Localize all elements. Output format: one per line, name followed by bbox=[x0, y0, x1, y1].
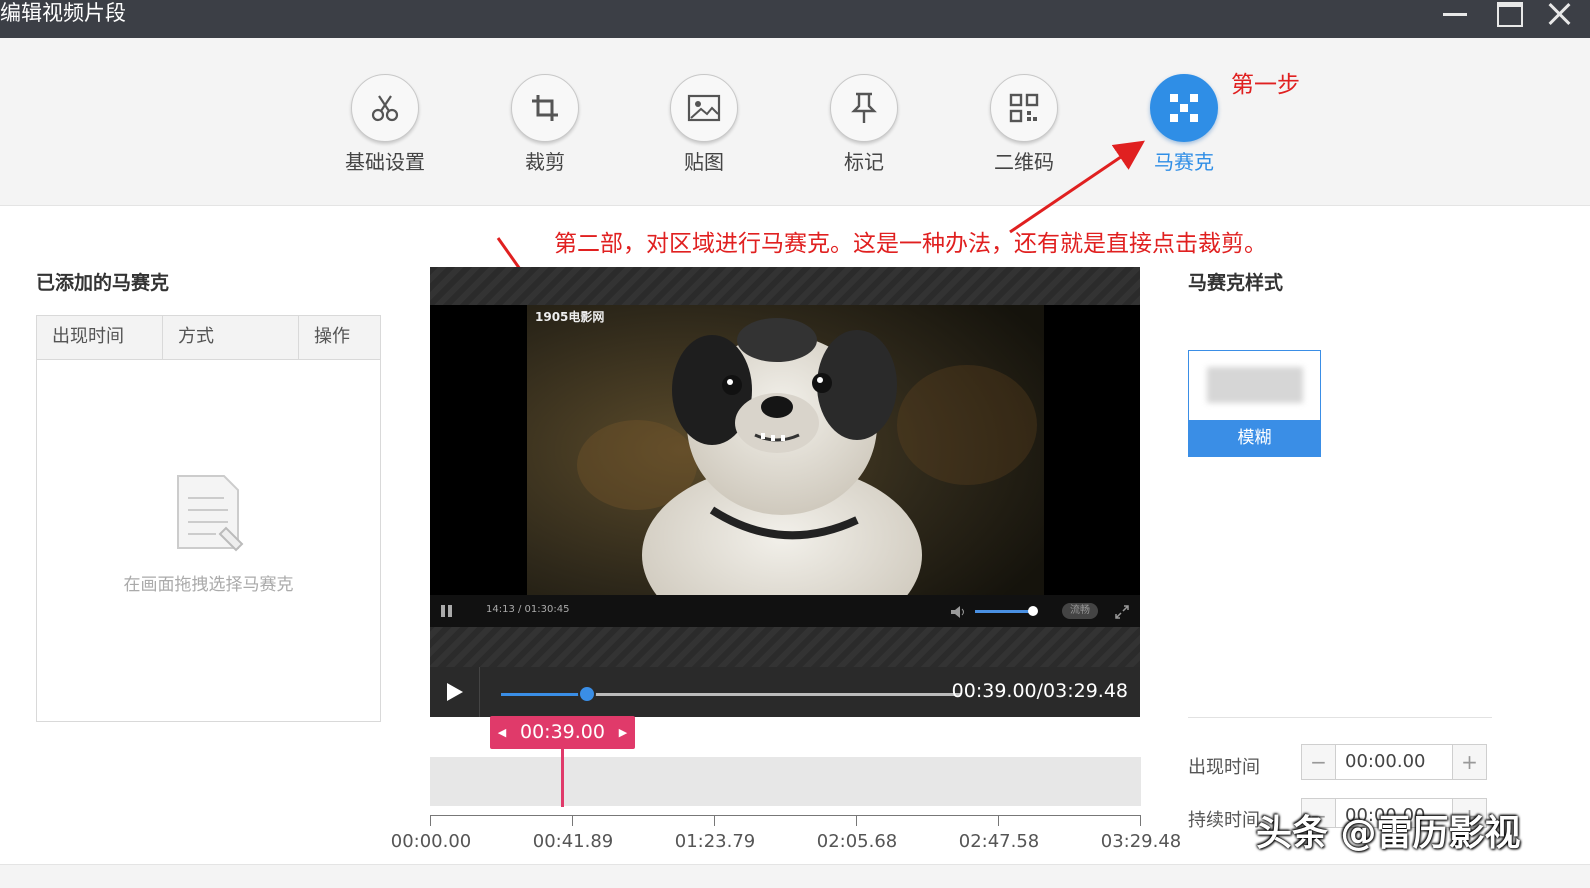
tool-crop[interactable]: 裁剪 bbox=[485, 74, 605, 175]
ruler-tick bbox=[1140, 816, 1141, 826]
play-button[interactable] bbox=[430, 667, 480, 717]
column-header[interactable]: 方式 bbox=[163, 316, 299, 359]
ruler-tick bbox=[572, 816, 573, 826]
annotation-step1: 第一步 bbox=[1231, 72, 1300, 98]
ruler-tick-label: 02:47.58 bbox=[958, 831, 1040, 852]
ruler-tick bbox=[856, 816, 857, 826]
ruler-tick-label: 02:05.68 bbox=[816, 831, 898, 852]
ruler-tick-label: 01:23.79 bbox=[674, 831, 756, 852]
divider bbox=[1188, 717, 1492, 718]
appear-time-value[interactable]: 00:00.00 bbox=[1345, 745, 1426, 779]
time-marker-tag[interactable]: ◀ 00:39.00 ▶ bbox=[490, 716, 635, 749]
tool-mark[interactable]: 标记 bbox=[804, 74, 924, 175]
column-header[interactable]: 出现时间 bbox=[37, 316, 163, 359]
video-watermark: 1905电影网 bbox=[535, 310, 605, 324]
title-bar: 编辑视频片段 bbox=[0, 0, 1590, 38]
pin-icon bbox=[830, 74, 898, 142]
maximize-button[interactable] bbox=[1494, 2, 1524, 28]
minimize-button[interactable] bbox=[1440, 2, 1470, 28]
ruler-tick bbox=[998, 816, 999, 826]
marker-time: 00:39.00 bbox=[520, 721, 605, 743]
tool-qrcode[interactable]: 二维码 bbox=[964, 74, 1084, 175]
video-image[interactable]: 1905电影网 bbox=[527, 305, 1044, 595]
appear-time-stepper[interactable]: − 00:00.00 + bbox=[1301, 744, 1487, 780]
blur-preview bbox=[1207, 367, 1303, 403]
tool-label: 裁剪 bbox=[525, 150, 565, 174]
quality-badge: 流畅 bbox=[1062, 603, 1098, 619]
timeline-cursor[interactable] bbox=[561, 749, 564, 807]
tool-label: 二维码 bbox=[994, 150, 1054, 174]
mosaic-list-title: 已添加的马赛克 bbox=[36, 272, 170, 294]
arrow-right-icon[interactable]: ▶ bbox=[615, 716, 631, 749]
close-button[interactable] bbox=[1546, 2, 1576, 28]
tool-sticker[interactable]: 贴图 bbox=[644, 74, 764, 175]
fullscreen-icon bbox=[1115, 605, 1129, 619]
mosaic-list: 出现时间 方式 操作 在画面拖拽选择马赛克 bbox=[36, 315, 381, 722]
decrement-button[interactable]: − bbox=[1302, 745, 1336, 779]
document-icon bbox=[176, 474, 246, 562]
tool-label: 基础设置 bbox=[345, 150, 425, 174]
timeline-strip[interactable] bbox=[430, 757, 1141, 806]
toolbar: 基础设置 裁剪 贴图 标记 二维码 马赛克 bbox=[0, 38, 1590, 206]
tool-label: 贴图 bbox=[684, 150, 724, 174]
mosaic-icon bbox=[1150, 74, 1218, 142]
pause-icon bbox=[441, 605, 452, 617]
progress-fill bbox=[501, 693, 587, 696]
volume-knob bbox=[1028, 606, 1038, 616]
tool-basic-settings[interactable]: 基础设置 bbox=[325, 74, 445, 175]
ruler-tick bbox=[714, 816, 715, 826]
ruler-tick bbox=[430, 816, 431, 826]
playback-bar: 00:39.00/03:29.48 bbox=[430, 667, 1140, 717]
column-header[interactable]: 操作 bbox=[299, 316, 380, 359]
ruler-tick-label: 00:41.89 bbox=[532, 831, 614, 852]
empty-hint: 在画面拖拽选择马赛克 bbox=[123, 575, 294, 595]
player-time: 14:13 / 01:30:45 bbox=[486, 604, 570, 615]
window-title: 编辑视频片段 bbox=[0, 1, 126, 25]
qrcode-icon bbox=[990, 74, 1058, 142]
ruler-tick-label: 00:00.00 bbox=[390, 831, 472, 852]
progress-knob[interactable] bbox=[577, 685, 596, 703]
image-icon bbox=[670, 74, 738, 142]
embedded-player-bar: 14:13 / 01:30:45 流畅 bbox=[430, 595, 1140, 627]
tool-mosaic[interactable]: 马赛克 bbox=[1124, 74, 1244, 175]
scissors-icon bbox=[351, 74, 419, 142]
volume-icon bbox=[951, 606, 964, 618]
ruler-tick-label: 03:29.48 bbox=[1100, 831, 1182, 852]
mosaic-list-header: 出现时间 方式 操作 bbox=[37, 316, 380, 360]
arrow-left-icon[interactable]: ◀ bbox=[494, 716, 510, 749]
status-bar bbox=[0, 864, 1590, 888]
crop-icon bbox=[511, 74, 579, 142]
increment-button[interactable]: + bbox=[1452, 745, 1486, 779]
time-display: 00:39.00/03:29.48 bbox=[951, 680, 1128, 702]
appear-time-label: 出现时间 bbox=[1188, 757, 1260, 778]
mosaic-style-title: 马赛克样式 bbox=[1188, 272, 1284, 294]
style-option-label: 模糊 bbox=[1189, 420, 1320, 456]
play-icon bbox=[447, 683, 463, 701]
annotation-step2: 第二部，对区域进行马赛克。这是一种办法，还有就是直接点击裁剪。 bbox=[554, 231, 1267, 257]
style-option-blur[interactable]: 模糊 bbox=[1188, 350, 1321, 457]
timeline-ruler bbox=[430, 815, 1141, 826]
tool-label: 标记 bbox=[844, 150, 884, 174]
credit-watermark: 头条 @雷历影视 bbox=[1256, 813, 1521, 854]
tool-label: 马赛克 bbox=[1154, 150, 1214, 174]
video-frame[interactable]: 1905电影网 bbox=[430, 305, 1140, 595]
duration-label: 持续时间 bbox=[1188, 810, 1260, 831]
video-preview[interactable]: 1905电影网 14:13 / 01:30:45 流畅 bbox=[430, 267, 1140, 667]
